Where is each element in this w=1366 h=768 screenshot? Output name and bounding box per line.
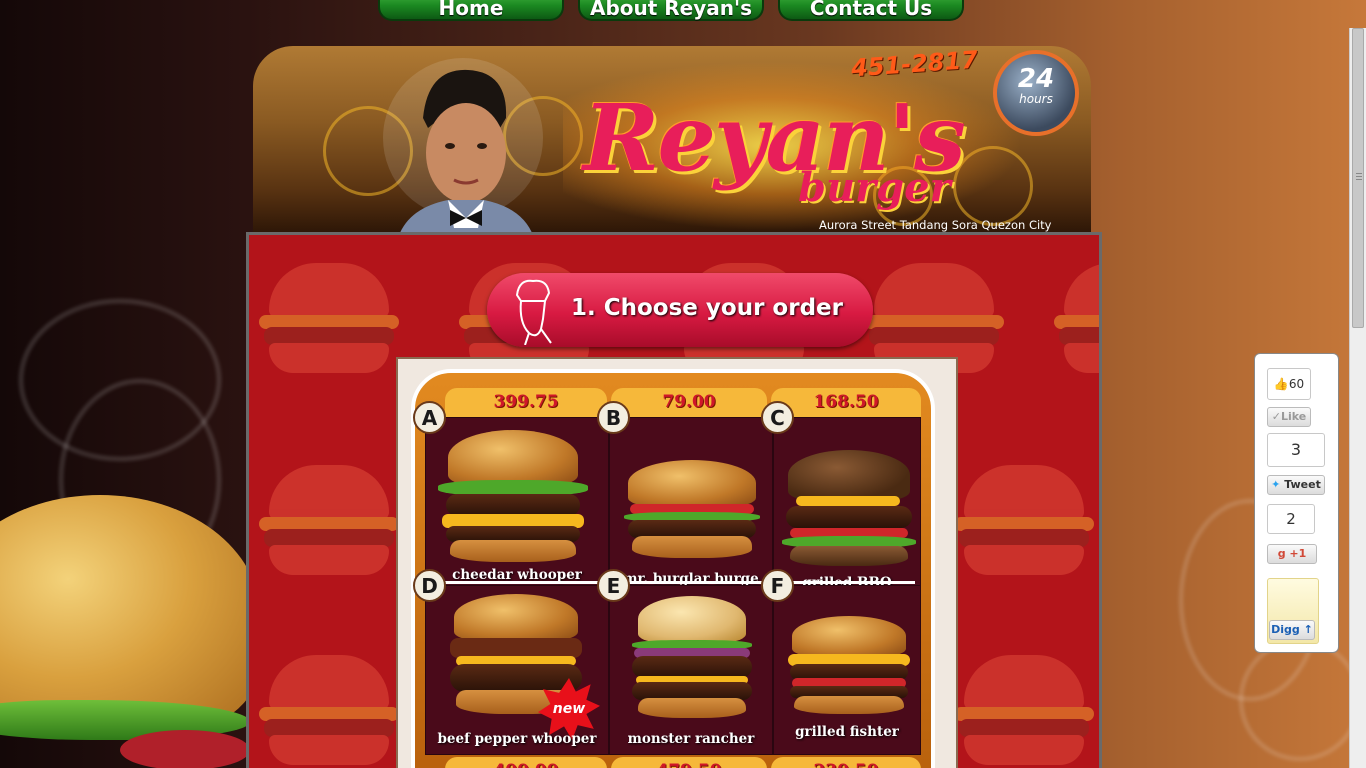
scrollbar-thumb[interactable] <box>1352 28 1364 328</box>
facebook-like-button[interactable]: ✓Like <box>1267 407 1311 427</box>
item-letter: A <box>413 401 446 434</box>
like-count: 60 <box>1288 377 1305 391</box>
tweet-label: Tweet <box>1284 478 1321 491</box>
burger-image <box>782 450 916 568</box>
tweet-button[interactable]: ✦ Tweet <box>1267 475 1325 495</box>
row-divider <box>425 581 915 584</box>
price-tag: 399.75 <box>445 388 607 420</box>
like-label: Like <box>1280 410 1307 423</box>
nav-about[interactable]: About Reyan's <box>578 0 764 21</box>
hours-number: 24 <box>1017 64 1055 94</box>
item-letter: F <box>761 569 794 602</box>
menu-item-grilled-bbq[interactable]: grilled BBQ <box>773 417 921 595</box>
bg-burger-decoration <box>949 465 1099 595</box>
burger-image <box>624 460 760 560</box>
menu-item-cheedar-whooper[interactable]: cheedar whooper <box>425 417 609 595</box>
logo-subtitle: burger <box>798 164 951 211</box>
price-tag: 400.00 <box>445 757 607 768</box>
nav-contact[interactable]: Contact Us <box>778 0 964 21</box>
menu-item-name: beef pepper whooper <box>437 731 597 747</box>
facebook-like-count-box: 👍60 <box>1267 368 1311 400</box>
price-tag: 230.50 <box>771 757 921 768</box>
hero-burger-tomato <box>120 730 250 768</box>
price-tag: 479.50 <box>611 757 767 768</box>
twitter-bird-icon: ✦ <box>1271 478 1281 491</box>
digg-button[interactable]: Digg ↑ <box>1269 620 1315 640</box>
menu-item-name: grilled fishter <box>795 724 899 740</box>
bg-burger-decoration <box>254 655 404 768</box>
chef-icon <box>515 279 552 345</box>
page-scrollbar[interactable] <box>1349 28 1366 768</box>
burger-image <box>438 430 588 565</box>
menu-item-monster-rancher[interactable]: monster rancher <box>609 585 773 755</box>
address-text: Aurora Street Tandang Sora Quezon City <box>819 218 1052 232</box>
bg-burger-decoration <box>949 655 1099 768</box>
menu-item-mr-burglar-burge[interactable]: mr. burglar burge <box>609 417 773 595</box>
price-tag: 79.00 <box>611 388 767 420</box>
plusone-label: +1 <box>1289 547 1307 560</box>
social-share-widget: 👍60 ✓Like 3 ✦ Tweet 2 g +1 Digg ↑ <box>1254 353 1339 653</box>
menu-item-name: monster rancher <box>627 731 755 747</box>
item-letter: C <box>761 401 794 434</box>
step-banner: 1. Choose your order <box>487 273 873 347</box>
bg-burger-decoration <box>254 465 404 595</box>
tweet-count: 3 <box>1267 433 1325 467</box>
google-plus-icon: g <box>1277 547 1286 560</box>
check-icon: ✓ <box>1271 410 1281 423</box>
scrollbar-grip <box>1356 176 1362 177</box>
burger-image <box>786 616 912 716</box>
step-title: 1. Choose your order <box>571 295 843 321</box>
order-panel: 1. Choose your order 399.75 79.00 168.50… <box>246 232 1102 768</box>
menu-item-beef-pepper-whooper[interactable]: new beef pepper whooper <box>425 585 609 755</box>
hero-burger-bun <box>0 495 260 735</box>
burger-image <box>630 596 754 720</box>
scrollbar-grip <box>1356 173 1362 174</box>
menu-frame: 399.75 79.00 168.50 cheedar whooper mr. … <box>411 369 935 768</box>
item-letter: B <box>597 401 630 434</box>
hours-label: hours <box>1019 92 1053 106</box>
menu-board: 399.75 79.00 168.50 cheedar whooper mr. … <box>396 357 958 768</box>
menu-item-grilled-fishter[interactable]: grilled fishter <box>773 585 921 755</box>
bg-burger-decoration <box>1049 263 1099 393</box>
site-header: Reyan's burger 451-2817 24 hours Aurora … <box>253 46 1091 236</box>
digg-arrow-icon: ↑ <box>1303 623 1313 636</box>
bg-burger-decoration <box>254 263 404 393</box>
owner-photo <box>383 58 543 236</box>
scrollbar-grip <box>1356 179 1362 180</box>
google-plus-one-button[interactable]: g +1 <box>1267 544 1317 564</box>
thumbs-up-icon: 👍 <box>1273 377 1289 391</box>
item-letter: E <box>597 569 630 602</box>
nav-home[interactable]: Home <box>378 0 564 21</box>
item-letter: D <box>413 569 446 602</box>
smoke-decoration <box>1240 640 1360 760</box>
plusone-count: 2 <box>1267 504 1315 534</box>
digg-label: Digg <box>1271 623 1300 636</box>
24-hours-badge: 24 hours <box>993 50 1079 136</box>
